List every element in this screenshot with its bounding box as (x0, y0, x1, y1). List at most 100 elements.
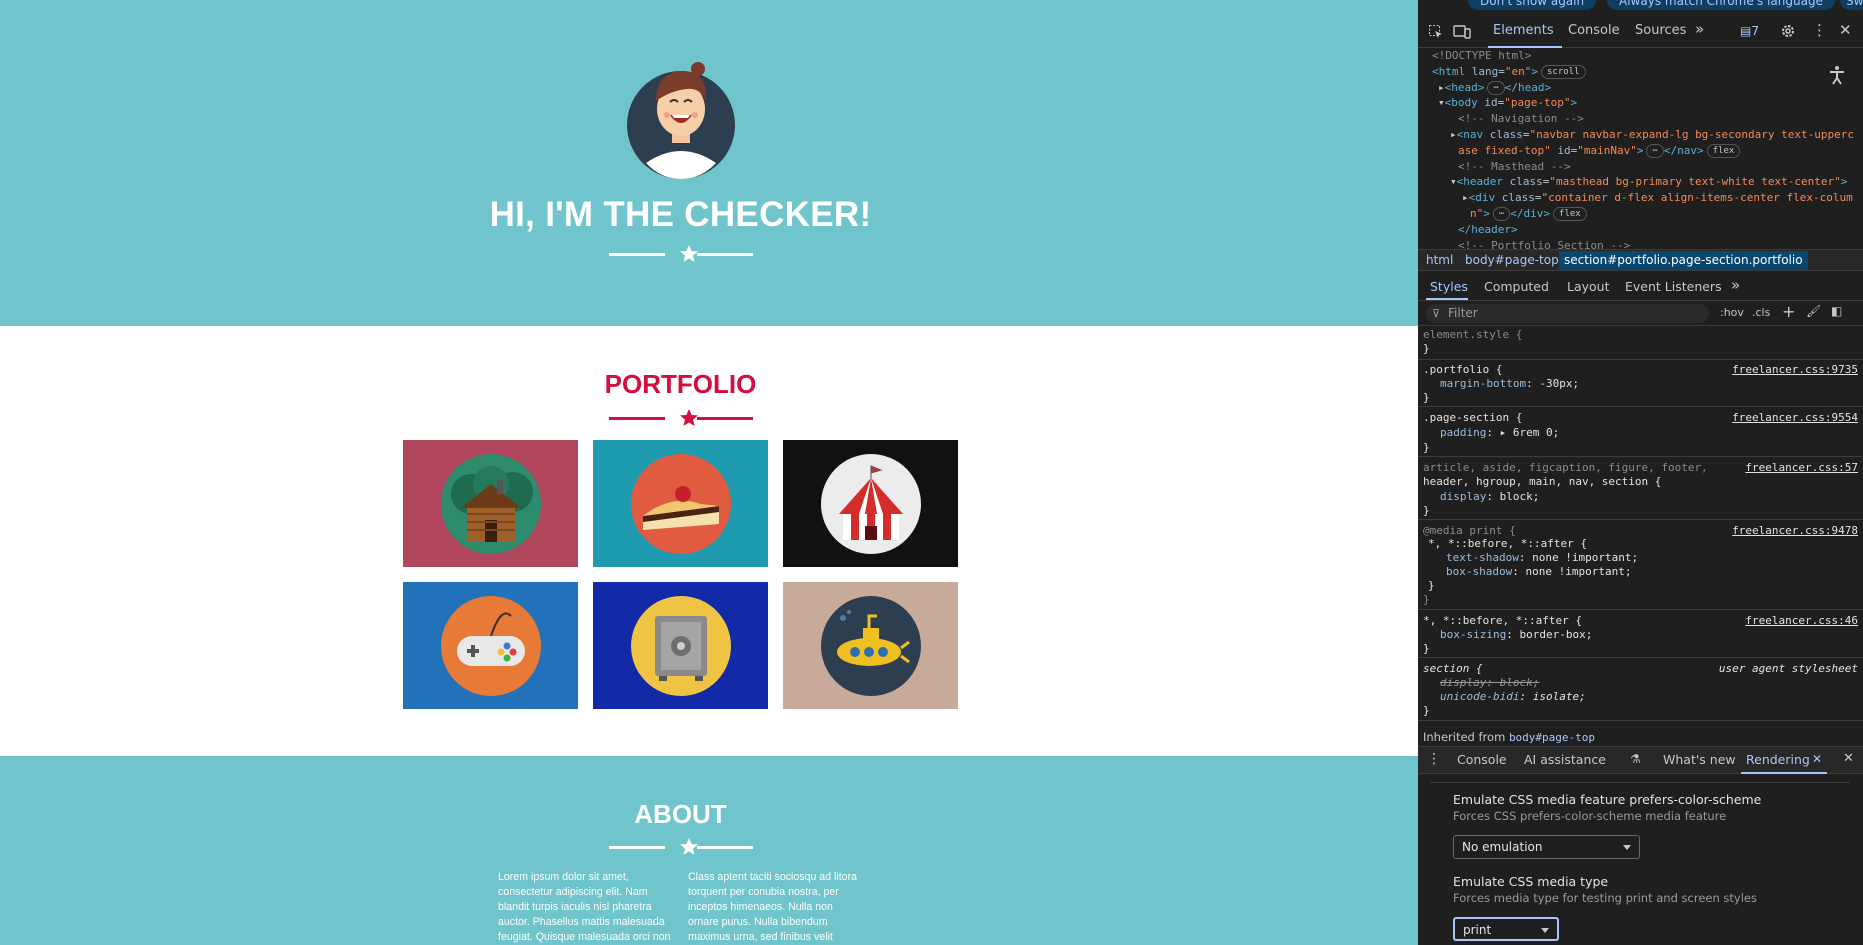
portfolio-item-circus[interactable] (783, 440, 958, 567)
switch-language-button[interactable]: Sw (1840, 0, 1863, 10)
more-subtabs-chevron-icon[interactable]: » (1731, 276, 1740, 294)
more-options-icon[interactable]: ⋮ (1812, 21, 1827, 39)
css-value[interactable]: isolate; (1533, 690, 1586, 703)
drawer-tab-console[interactable]: Console (1457, 752, 1507, 767)
cls-toggle[interactable]: .cls (1752, 306, 1770, 319)
tab-elements[interactable]: Elements (1493, 23, 1554, 38)
tab-console[interactable]: Console (1568, 23, 1620, 38)
close-drawer-icon[interactable]: ✕ (1843, 751, 1854, 766)
expand-triangle-icon[interactable]: ▸ (1438, 81, 1445, 94)
drawer-tab-whats-new[interactable]: What's new (1663, 752, 1736, 767)
device-toolbar-icon[interactable] (1453, 24, 1471, 40)
accessibility-icon[interactable] (1826, 64, 1848, 86)
css-property[interactable]: box-sizing (1440, 628, 1506, 641)
flex-badge[interactable]: flex (1553, 207, 1587, 221)
rule-selector: element.style { (1423, 328, 1523, 341)
dom-node-header-close[interactable]: </header> (1458, 222, 1518, 238)
dom-node-comment[interactable]: <!-- Navigation --> (1458, 111, 1584, 127)
ellipsis-badge[interactable]: ⋯ (1646, 143, 1664, 158)
drawer-tab-ai-assistance[interactable]: AI assistance (1524, 752, 1606, 767)
attr-name: class (1489, 128, 1523, 141)
toggle-sidebar-icon[interactable]: ◧ (1831, 304, 1842, 318)
close-devtools-icon[interactable]: ✕ (1839, 21, 1852, 39)
style-rule-page-section[interactable]: .page-section { freelancer.css:9554 padd… (1418, 408, 1863, 457)
css-value[interactable]: 6rem 0; (1513, 426, 1559, 439)
dom-node-comment[interactable]: <!-- Masthead --> (1458, 159, 1571, 175)
settings-gear-icon[interactable] (1780, 23, 1796, 39)
css-value[interactable]: -30px; (1539, 377, 1579, 390)
css-value[interactable]: block; (1500, 490, 1540, 503)
paint-brush-icon[interactable]: 🖌 (1806, 304, 1821, 318)
tag-text: <body (1444, 96, 1478, 110)
style-rule-box-sizing[interactable]: *, *::before, *::after { freelancer.css:… (1418, 611, 1863, 658)
css-property[interactable]: box-shadow (1446, 565, 1512, 578)
portfolio-item-submarine[interactable] (783, 582, 958, 709)
css-value[interactable]: none !important; (1532, 551, 1638, 564)
collapse-triangle-icon[interactable]: ▾ (1450, 175, 1457, 188)
overridden-declaration[interactable]: display: block; (1440, 676, 1539, 691)
safe-icon (631, 596, 731, 696)
inherited-link[interactable]: body#page-top (1509, 731, 1595, 744)
style-rule-media-print[interactable]: @media print { freelancer.css:9478 *, *:… (1418, 521, 1863, 610)
inspect-element-icon[interactable] (1428, 24, 1444, 40)
dom-node-div[interactable]: ▸<div class="container d-flex align-item… (1462, 190, 1853, 206)
style-rule-user-agent[interactable]: section { user agent stylesheet display:… (1418, 659, 1863, 721)
dom-node-header[interactable]: ▾<header class="masthead bg-primary text… (1450, 174, 1847, 190)
source-link[interactable]: freelancer.css:9554 (1732, 411, 1858, 426)
drawer-tab-rendering[interactable]: Rendering (1746, 752, 1810, 767)
flex-badge[interactable]: flex (1706, 143, 1741, 158)
portfolio-item-controller[interactable] (403, 582, 578, 709)
dom-node-nav[interactable]: ▸<nav class="navbar navbar-expand-lg bg-… (1450, 127, 1854, 143)
rule-close: } (1428, 579, 1435, 592)
source-link[interactable]: freelancer.css:46 (1745, 614, 1858, 629)
expand-triangle-icon[interactable]: ▸ (1450, 128, 1457, 141)
portfolio-item-cabin[interactable] (403, 440, 578, 567)
expand-triangle-icon[interactable]: ▸ (1462, 191, 1469, 204)
portfolio-item-cake[interactable] (593, 440, 768, 567)
tab-layout[interactable]: Layout (1567, 279, 1610, 294)
breadcrumb-section[interactable]: section#portfolio.page-section.portfolio (1559, 251, 1808, 270)
breadcrumb-html[interactable]: html (1426, 253, 1453, 267)
css-value[interactable]: none !important; (1525, 565, 1631, 578)
issues-counter[interactable]: ▤7 (1740, 24, 1759, 38)
style-rule-element[interactable]: element.style { } (1418, 327, 1863, 360)
dom-node-body[interactable]: ▾<body id="page-top"> (1438, 95, 1577, 111)
ellipsis-badge[interactable]: ⋯ (1492, 207, 1511, 221)
tab-computed[interactable]: Computed (1484, 279, 1549, 294)
css-property[interactable]: unicode-bidi (1440, 690, 1519, 703)
ellipsis-badge[interactable]: ⋯ (1487, 80, 1505, 95)
scroll-badge[interactable]: scroll (1541, 64, 1586, 79)
tab-sources[interactable]: Sources (1635, 23, 1686, 38)
styles-filter-input[interactable]: ⊽ Filter (1426, 304, 1709, 323)
source-link[interactable]: freelancer.css:9478 (1732, 524, 1858, 539)
dom-node-html[interactable]: <html lang="en"> scroll (1432, 64, 1586, 80)
dom-node-head[interactable]: ▸<head> ⋯ </head> (1438, 80, 1551, 96)
breadcrumb-body[interactable]: body#page-top (1465, 253, 1559, 267)
dom-node-doctype[interactable]: <!DOCTYPE html> (1432, 48, 1531, 64)
close-tab-icon[interactable]: ✕ (1812, 752, 1822, 766)
tab-event-listeners[interactable]: Event Listeners (1625, 279, 1722, 294)
hov-toggle[interactable]: :hov (1720, 306, 1744, 319)
tab-styles[interactable]: Styles (1430, 279, 1468, 294)
match-chrome-language-button[interactable]: Always match Chrome's language (1607, 0, 1835, 10)
new-style-rule-icon[interactable]: + (1782, 302, 1795, 321)
css-value[interactable]: border-box; (1519, 628, 1592, 641)
css-property[interactable]: margin-bottom (1440, 377, 1526, 390)
css-property[interactable]: display (1440, 490, 1486, 503)
masthead: HI, I'M THE CHECKER! (0, 0, 1418, 326)
collapse-triangle-icon[interactable]: ▾ (1438, 96, 1445, 109)
color-scheme-select[interactable]: No emulation (1453, 835, 1640, 859)
media-type-select[interactable]: print (1453, 917, 1559, 941)
expand-shorthand-icon[interactable]: ▸ (1500, 426, 1513, 439)
style-rule-portfolio[interactable]: .portfolio { freelancer.css:9735 margin-… (1418, 361, 1863, 407)
css-property[interactable]: text-shadow (1446, 551, 1519, 564)
rule-selector: header, hgroup, main, nav, section { (1423, 475, 1662, 488)
css-property[interactable]: padding (1440, 426, 1486, 439)
more-tabs-chevron-icon[interactable]: » (1695, 20, 1704, 38)
dont-show-again-button[interactable]: Don't show again (1468, 0, 1597, 10)
source-link[interactable]: freelancer.css:57 (1745, 461, 1858, 476)
source-link[interactable]: freelancer.css:9735 (1732, 363, 1858, 378)
drawer-menu-icon[interactable]: ⋮ (1427, 751, 1441, 767)
portfolio-item-safe[interactable] (593, 582, 768, 709)
style-rule-display-block[interactable]: article, aside, figcaption, figure, foot… (1418, 458, 1863, 520)
